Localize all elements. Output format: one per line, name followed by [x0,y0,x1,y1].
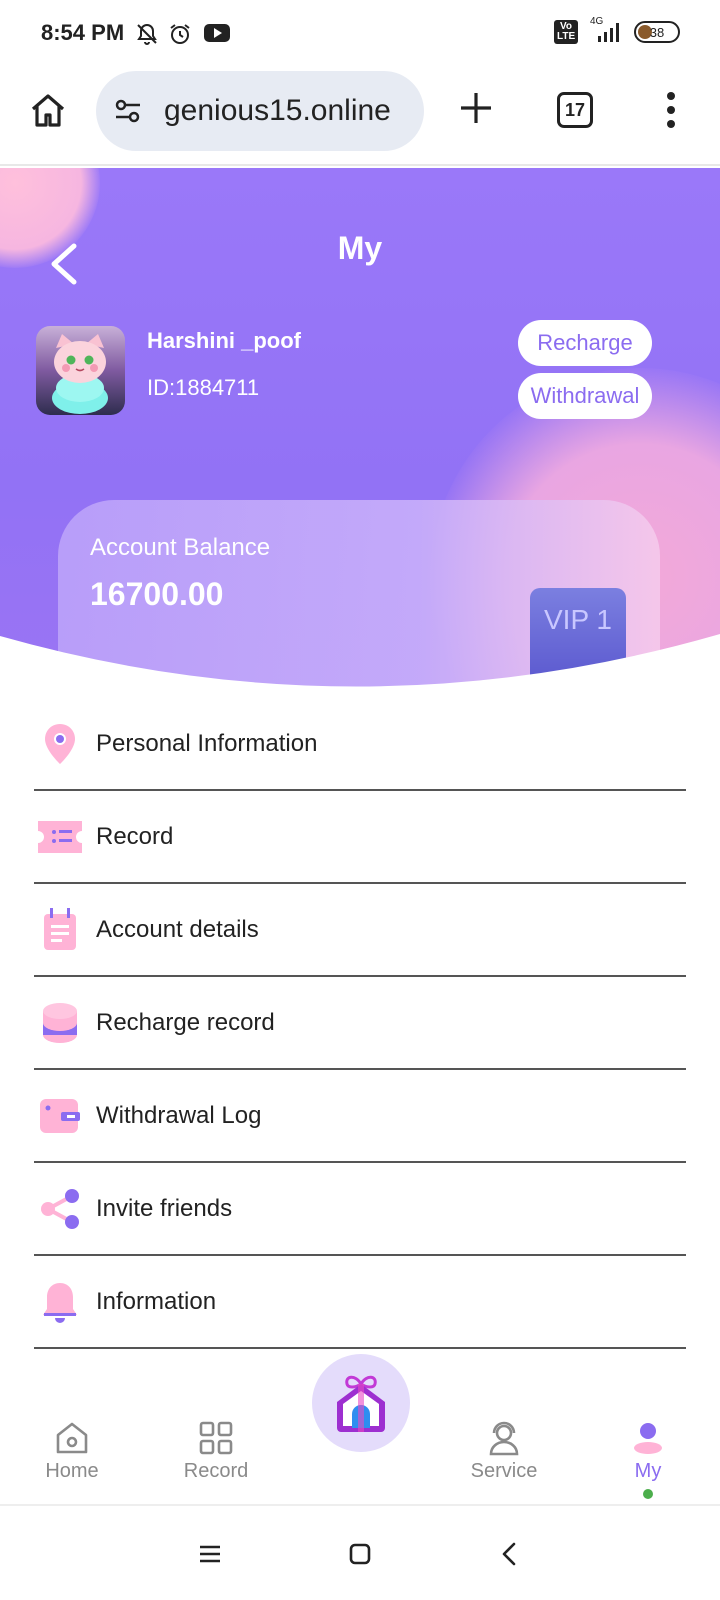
page-title: My [337,230,383,266]
site-settings-icon[interactable] [112,95,144,127]
header-wave [0,634,720,698]
gift-house-icon [337,1375,385,1432]
battery-indicator: 38 [634,21,680,43]
nav-home[interactable]: Home [12,1420,132,1483]
nav-label: Service [470,1460,538,1482]
mute-icon [137,23,157,45]
menu-item-recharge-record[interactable]: Recharge record [34,977,686,1070]
back-icon[interactable] [496,1540,524,1568]
menu-label: Account details [96,915,259,943]
menu-label: Withdrawal Log [96,1101,262,1129]
nav-my[interactable]: My [588,1420,708,1499]
alarm-icon [170,24,190,44]
avatar[interactable] [36,326,125,415]
support-agent-icon [489,1421,519,1456]
menu-item-invite-friends[interactable]: Invite friends [34,1163,686,1256]
active-indicator-dot [643,1489,653,1499]
menu-label: Recharge record [96,1008,275,1036]
nav-label: My [634,1460,662,1482]
menu-label: Record [96,822,174,850]
username: Harshini _poof [147,328,302,353]
menu-label: Invite friends [96,1194,233,1222]
menu-item-record[interactable]: Record [34,791,686,884]
address-bar[interactable]: genious15.online [96,71,424,151]
menu-item-account-details[interactable]: Account details [34,884,686,977]
bottom-navigation: Home Record Service My [0,1354,720,1504]
youtube-icon [204,24,230,42]
network-type: 4G [590,16,604,27]
grid-icon [199,1421,233,1455]
menu-item-withdrawal-log[interactable]: Withdrawal Log [34,1070,686,1163]
nav-label: Home [45,1460,99,1482]
signal-icon: 4G [588,16,624,44]
recharge-button[interactable]: Recharge [518,320,652,366]
tab-count: 17 [564,99,586,120]
nav-record[interactable]: Record [156,1420,276,1483]
system-navigation [0,1506,720,1600]
user-id: ID:1884711 [147,375,260,400]
home-icon [56,1422,88,1454]
home-icon[interactable] [28,90,68,130]
share-icon [38,1187,82,1231]
withdrawal-button[interactable]: Withdrawal [518,373,652,419]
bell-icon [38,1280,82,1324]
menu-label: Information [96,1287,217,1315]
more-icon[interactable] [661,90,681,130]
nav-center-home-button[interactable] [312,1354,410,1452]
profile-header: My Harshini _poof ID:1884711 Recharge Wi… [0,168,720,698]
notepad-icon [38,907,82,952]
square-home-icon[interactable] [346,1540,374,1568]
location-pin-icon [38,722,82,766]
menu-label: Personal Information [96,729,318,757]
status-bar: 8:54 PM Vo LTE 4G 38 [0,0,720,68]
browser-toolbar: genious15.online 17 [0,68,720,166]
menu-list: Personal Information Record Account deta… [34,698,686,1349]
menu-item-personal-information[interactable]: Personal Information [34,698,686,791]
volte-badge: Vo LTE [554,20,578,44]
user-icon [634,1423,662,1454]
status-right: Vo LTE 4G 38 [554,16,680,44]
menu-icon[interactable] [196,1540,224,1568]
tab-switcher-button[interactable]: 17 [557,92,593,128]
url-text[interactable]: genious15.online [164,94,414,128]
balance-label: Account Balance [90,534,271,561]
coin-stack-icon [38,1001,82,1045]
battery-text: 38 [649,24,665,40]
wallet-icon [38,1094,82,1138]
status-time: 8:54 PM [41,20,125,45]
menu-item-information[interactable]: Information [34,1256,686,1349]
nav-label: Record [183,1460,249,1482]
new-tab-icon[interactable] [458,90,494,126]
cat-avatar-icon [52,334,108,414]
nav-service[interactable]: Service [444,1420,564,1483]
ticket-list-icon [38,815,82,859]
